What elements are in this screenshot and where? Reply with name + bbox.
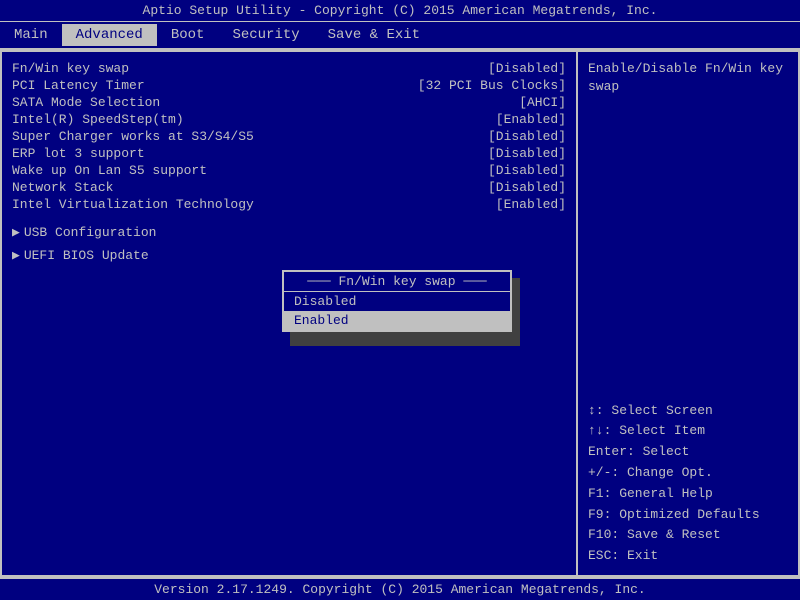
setting-name: Intel(R) SpeedStep(tm) (12, 112, 184, 127)
setting-row[interactable]: SATA Mode Selection [AHCI] (12, 94, 566, 111)
key-hint: ↕: Select Screen (588, 401, 788, 422)
title-text: Aptio Setup Utility - Copyright (C) 2015… (143, 3, 658, 18)
menu-bar: MainAdvancedBootSecuritySave & Exit (0, 22, 800, 50)
menu-item-advanced[interactable]: Advanced (62, 24, 157, 46)
setting-value: [Disabled] (488, 180, 566, 195)
app: Aptio Setup Utility - Copyright (C) 2015… (0, 0, 800, 600)
key-hints: ↕: Select Screen↑↓: Select ItemEnter: Se… (588, 401, 788, 567)
setting-value: [Enabled] (496, 112, 566, 127)
right-panel: Enable/Disable Fn/Win key swap ↕: Select… (578, 52, 798, 575)
left-panel: Fn/Win key swap[Disabled]PCI Latency Tim… (2, 52, 578, 575)
dropdown-title: Fn/Win key swap (284, 272, 510, 292)
setting-value: [Disabled] (488, 146, 566, 161)
setting-value: [Disabled] (488, 163, 566, 178)
title-bar: Aptio Setup Utility - Copyright (C) 2015… (0, 0, 800, 22)
menu-item-security[interactable]: Security (218, 24, 313, 46)
help-text: Enable/Disable Fn/Win key swap (588, 60, 788, 96)
setting-name: ERP lot 3 support (12, 146, 145, 161)
setting-name: Wake up On Lan S5 support (12, 163, 207, 178)
main-content: Fn/Win key swap[Disabled]PCI Latency Tim… (0, 50, 800, 577)
section-label: USB Configuration (24, 225, 157, 240)
key-hint: F10: Save & Reset (588, 525, 788, 546)
setting-row[interactable]: Wake up On Lan S5 support [Disabled] (12, 162, 566, 179)
setting-name: PCI Latency Timer (12, 78, 145, 93)
key-hint: F9: Optimized Defaults (588, 505, 788, 526)
dropdown-option[interactable]: Disabled (284, 292, 510, 311)
setting-row[interactable]: Super Charger works at S3/S4/S5 [Disabled… (12, 128, 566, 145)
setting-row[interactable]: Intel Virtualization Technology [Enabled] (12, 196, 566, 213)
key-hint: +/-: Change Opt. (588, 463, 788, 484)
setting-value: [32 PCI Bus Clocks] (418, 78, 566, 93)
setting-value: [Enabled] (496, 197, 566, 212)
setting-name: Network Stack (12, 180, 113, 195)
setting-value: [Disabled] (488, 61, 566, 76)
section-label: UEFI BIOS Update (24, 248, 149, 263)
section-arrow: ▶ (12, 248, 20, 263)
section-header[interactable]: ▶ USB Configuration (12, 221, 566, 244)
setting-row[interactable]: ERP lot 3 support [Disabled] (12, 145, 566, 162)
key-hint: F1: General Help (588, 484, 788, 505)
dropdown-option[interactable]: Enabled (284, 311, 510, 330)
setting-name: SATA Mode Selection (12, 95, 160, 110)
setting-name: Fn/Win key swap (12, 61, 129, 76)
footer-text: Version 2.17.1249. Copyright (C) 2015 Am… (154, 582, 645, 597)
menu-item-save---exit[interactable]: Save & Exit (314, 24, 434, 46)
key-hint: ↑↓: Select Item (588, 421, 788, 442)
menu-item-boot[interactable]: Boot (157, 24, 219, 46)
key-hint: Enter: Select (588, 442, 788, 463)
dropdown-popup[interactable]: Fn/Win key swap DisabledEnabled (282, 270, 512, 332)
setting-value: [Disabled] (488, 129, 566, 144)
setting-name: Intel Virtualization Technology (12, 197, 254, 212)
setting-row[interactable]: PCI Latency Timer [32 PCI Bus Clocks] (12, 77, 566, 94)
setting-row[interactable]: Intel(R) SpeedStep(tm) [Enabled] (12, 111, 566, 128)
setting-value: [AHCI] (519, 95, 566, 110)
setting-name: Super Charger works at S3/S4/S5 (12, 129, 254, 144)
section-arrow: ▶ (12, 225, 20, 240)
footer: Version 2.17.1249. Copyright (C) 2015 Am… (0, 577, 800, 600)
key-hint: ESC: Exit (588, 546, 788, 567)
menu-item-main[interactable]: Main (0, 24, 62, 46)
section-header[interactable]: ▶ UEFI BIOS Update (12, 244, 566, 267)
setting-row[interactable]: Network Stack [Disabled] (12, 179, 566, 196)
setting-row[interactable]: Fn/Win key swap [Disabled] (12, 60, 566, 77)
